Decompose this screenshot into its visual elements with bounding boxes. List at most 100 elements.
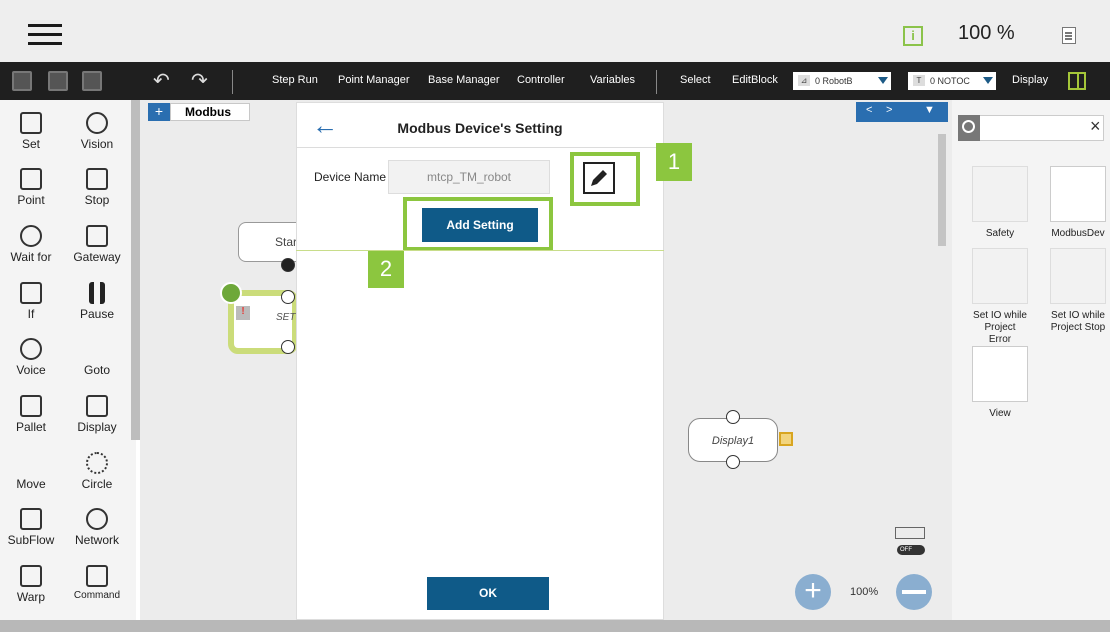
palette-item-wait-for[interactable]: Wait for	[0, 225, 62, 264]
add-setting-button[interactable]: Add Setting	[422, 208, 538, 242]
base-dropdown[interactable]: ⊿ 0 RobotB	[793, 72, 891, 90]
point-icon	[20, 168, 42, 190]
save-icon[interactable]	[48, 71, 68, 91]
palette-item-label: Pallet	[15, 420, 47, 434]
flow-connector	[726, 455, 740, 469]
redo-icon[interactable]: ↷	[191, 68, 208, 93]
controller-button[interactable]: Controller	[517, 74, 565, 86]
base-manager-button[interactable]: Base Manager	[428, 74, 500, 86]
off-toggle[interactable]: OFF	[897, 545, 925, 555]
tab-modbus[interactable]: Modbus	[170, 103, 250, 121]
close-icon[interactable]: ×	[1090, 116, 1101, 137]
start-node[interactable]: Star	[238, 222, 304, 262]
variables-button[interactable]: Variables	[590, 74, 635, 86]
new-file-icon[interactable]	[12, 71, 32, 91]
divider	[296, 250, 664, 251]
palette-item-stop[interactable]: Stop	[66, 168, 128, 207]
canvas-scrollbar[interactable]	[938, 134, 946, 246]
component-label: ModbusDev	[1051, 228, 1105, 239]
palette-item-display[interactable]: Display	[66, 395, 128, 434]
canvas-nav: < > ▼	[856, 102, 948, 122]
divider	[296, 147, 664, 148]
dropdown-arrow-icon	[878, 77, 888, 84]
panel-toggle-icon[interactable]	[1068, 72, 1086, 90]
tool-dropdown-value: 0 NOTOC	[930, 76, 970, 86]
move-icon	[20, 452, 42, 474]
edit-block-button[interactable]: EditBlock	[732, 74, 778, 86]
step-badge-2: 2	[368, 250, 404, 288]
toolbar-divider	[232, 70, 233, 94]
component-modbusdev[interactable]: ModbusDev	[1041, 166, 1110, 240]
chevron-down-icon[interactable]: ▼	[924, 104, 935, 116]
command-icon	[86, 565, 108, 587]
point-manager-button[interactable]: Point Manager	[338, 74, 410, 86]
palette-item-label: Stop	[84, 193, 110, 207]
base-dropdown-value: 0 RobotB	[815, 76, 853, 86]
set-icon	[20, 112, 42, 134]
palette-item-network[interactable]: Network	[66, 508, 128, 547]
component-safety[interactable]: Safety	[963, 166, 1037, 240]
ok-button[interactable]: OK	[427, 577, 549, 610]
component-label: Safety	[985, 228, 1015, 239]
zoom-in-button[interactable]: +	[795, 574, 831, 610]
search-icon[interactable]	[958, 115, 980, 141]
flow-connector	[726, 410, 740, 424]
error-icon: !	[236, 306, 250, 320]
dropdown-arrow-icon	[983, 77, 993, 84]
edit-pencil-button[interactable]	[583, 162, 615, 194]
io-stop-icon	[1050, 248, 1106, 304]
component-set-io-project-stop[interactable]: Set IO while Project Stop	[1041, 248, 1110, 334]
palette-item-label: Wait for	[10, 250, 52, 264]
component-set-io-project-error[interactable]: Set IO while Project Error	[963, 248, 1037, 346]
palette-item-label: SubFlow	[7, 533, 55, 547]
zoom-out-button[interactable]	[896, 574, 932, 610]
palette-item-label: Goto	[83, 363, 110, 377]
palette-item-pause[interactable]: Pause	[66, 282, 128, 321]
palette-item-label: Voice	[16, 363, 46, 377]
palette-item-circle[interactable]: Circle	[66, 452, 128, 491]
palette-item-gateway[interactable]: Gateway	[66, 225, 128, 264]
menu-icon[interactable]	[28, 24, 62, 46]
chevron-right-icon[interactable]: >	[886, 104, 892, 116]
base-icon: ⊿	[798, 75, 810, 86]
flow-connector	[281, 290, 295, 304]
palette-item-label: Move	[16, 477, 46, 491]
display-checkbox[interactable]	[779, 432, 793, 446]
device-name-field[interactable]: mtcp_TM_robot	[388, 160, 550, 194]
tool-dropdown[interactable]: T 0 NOTOC	[908, 72, 996, 90]
palette-item-label: Display	[77, 420, 117, 434]
component-label: Set IO while Project Error	[973, 310, 1027, 345]
voice-icon	[20, 338, 42, 360]
chevron-left-icon[interactable]: <	[866, 104, 872, 116]
bottom-border	[0, 620, 1110, 632]
palette-item-label: If	[27, 307, 35, 321]
palette-item-subflow[interactable]: SubFlow	[0, 508, 62, 547]
add-tab-button[interactable]: +	[148, 103, 170, 121]
display-button[interactable]: Display	[1012, 74, 1048, 86]
palette-item-pallet[interactable]: Pallet	[0, 395, 62, 434]
palette-item-set[interactable]: Set	[0, 112, 62, 151]
save-as-icon[interactable]	[82, 71, 102, 91]
palette-item-warp[interactable]: Warp	[0, 565, 62, 604]
palette-item-if[interactable]: If	[0, 282, 62, 321]
palette-item-vision[interactable]: Vision	[66, 112, 128, 151]
select-button[interactable]: Select	[680, 74, 711, 86]
palette-item-goto[interactable]: Goto	[66, 338, 128, 377]
link-icon[interactable]	[895, 527, 925, 539]
palette-scrollbar[interactable]	[131, 100, 140, 440]
info-icon[interactable]: i	[903, 26, 923, 46]
device-name-label: Device Name	[314, 170, 387, 184]
component-view[interactable]: View	[963, 346, 1037, 420]
palette-item-point[interactable]: Point	[0, 168, 62, 207]
palette-item-command[interactable]: Command	[66, 565, 128, 601]
document-icon[interactable]	[1062, 27, 1076, 44]
step-run-button[interactable]: Step Run	[272, 74, 318, 86]
palette-item-move[interactable]: Move	[0, 452, 62, 491]
component-label: Set IO while Project Stop	[1050, 310, 1106, 333]
edit-node-icon[interactable]	[220, 282, 242, 304]
pallet-icon	[20, 395, 42, 417]
undo-icon[interactable]: ↶	[153, 68, 170, 93]
circle-icon	[86, 452, 108, 474]
subflow-icon	[20, 508, 42, 530]
palette-item-voice[interactable]: Voice	[0, 338, 62, 377]
